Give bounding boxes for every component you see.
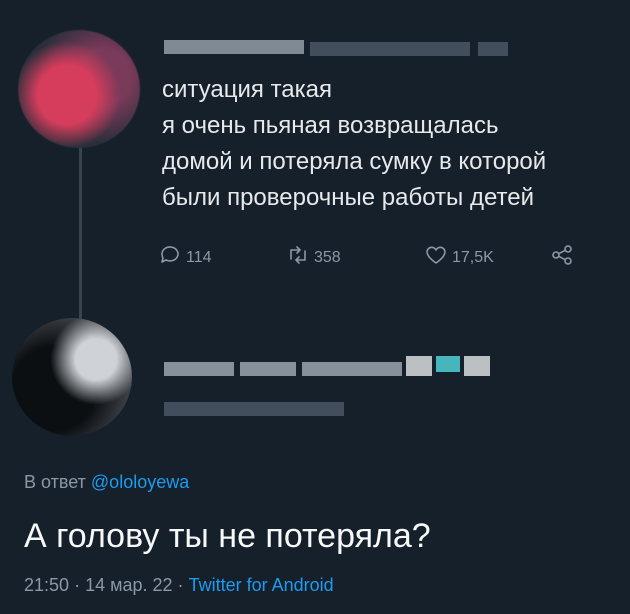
avatar[interactable] xyxy=(12,318,132,436)
retweet-icon xyxy=(286,243,310,272)
like-count: 17,5K xyxy=(452,248,494,266)
share-icon xyxy=(550,243,574,272)
avatar[interactable] xyxy=(18,30,140,148)
tweet-line: ситуация такая xyxy=(162,76,333,103)
tweet-time[interactable]: 21:50 xyxy=(24,575,69,595)
like-button[interactable]: 17,5K xyxy=(424,243,494,272)
source-link[interactable]: Twitter for Android xyxy=(189,575,334,595)
reply-button[interactable]: 114 xyxy=(158,243,212,272)
heart-icon xyxy=(424,243,448,272)
reply-count: 114 xyxy=(186,248,212,266)
tweet-line: я очень пьяная возвращалась xyxy=(162,112,499,139)
mention-link[interactable]: @ololoyewa xyxy=(91,472,189,492)
tweet-line: домой и потеряла сумку в которой xyxy=(162,148,547,175)
tweet-actions: 114 358 17,5K xyxy=(158,243,598,275)
separator: · xyxy=(177,575,184,595)
reply-to-prefix: В ответ xyxy=(24,472,86,492)
retweet-button[interactable]: 358 xyxy=(286,243,341,272)
tweet-meta: 21:50 · 14 мар. 22 · Twitter for Android xyxy=(24,575,334,596)
separator: · xyxy=(74,575,81,595)
tweet-text: ситуация такая я очень пьяная возвращала… xyxy=(162,72,622,216)
thread-line xyxy=(79,142,82,338)
retweet-count: 358 xyxy=(314,248,341,266)
share-button[interactable] xyxy=(550,243,574,272)
tweet-line: были проверочные работы детей xyxy=(162,184,534,211)
reply-icon xyxy=(158,243,182,272)
reply-text: А голову ты не потеряла? xyxy=(24,517,431,555)
tweet-date[interactable]: 14 мар. 22 xyxy=(85,575,172,595)
reply-to-line: В ответ @ololoyewa xyxy=(24,472,189,493)
